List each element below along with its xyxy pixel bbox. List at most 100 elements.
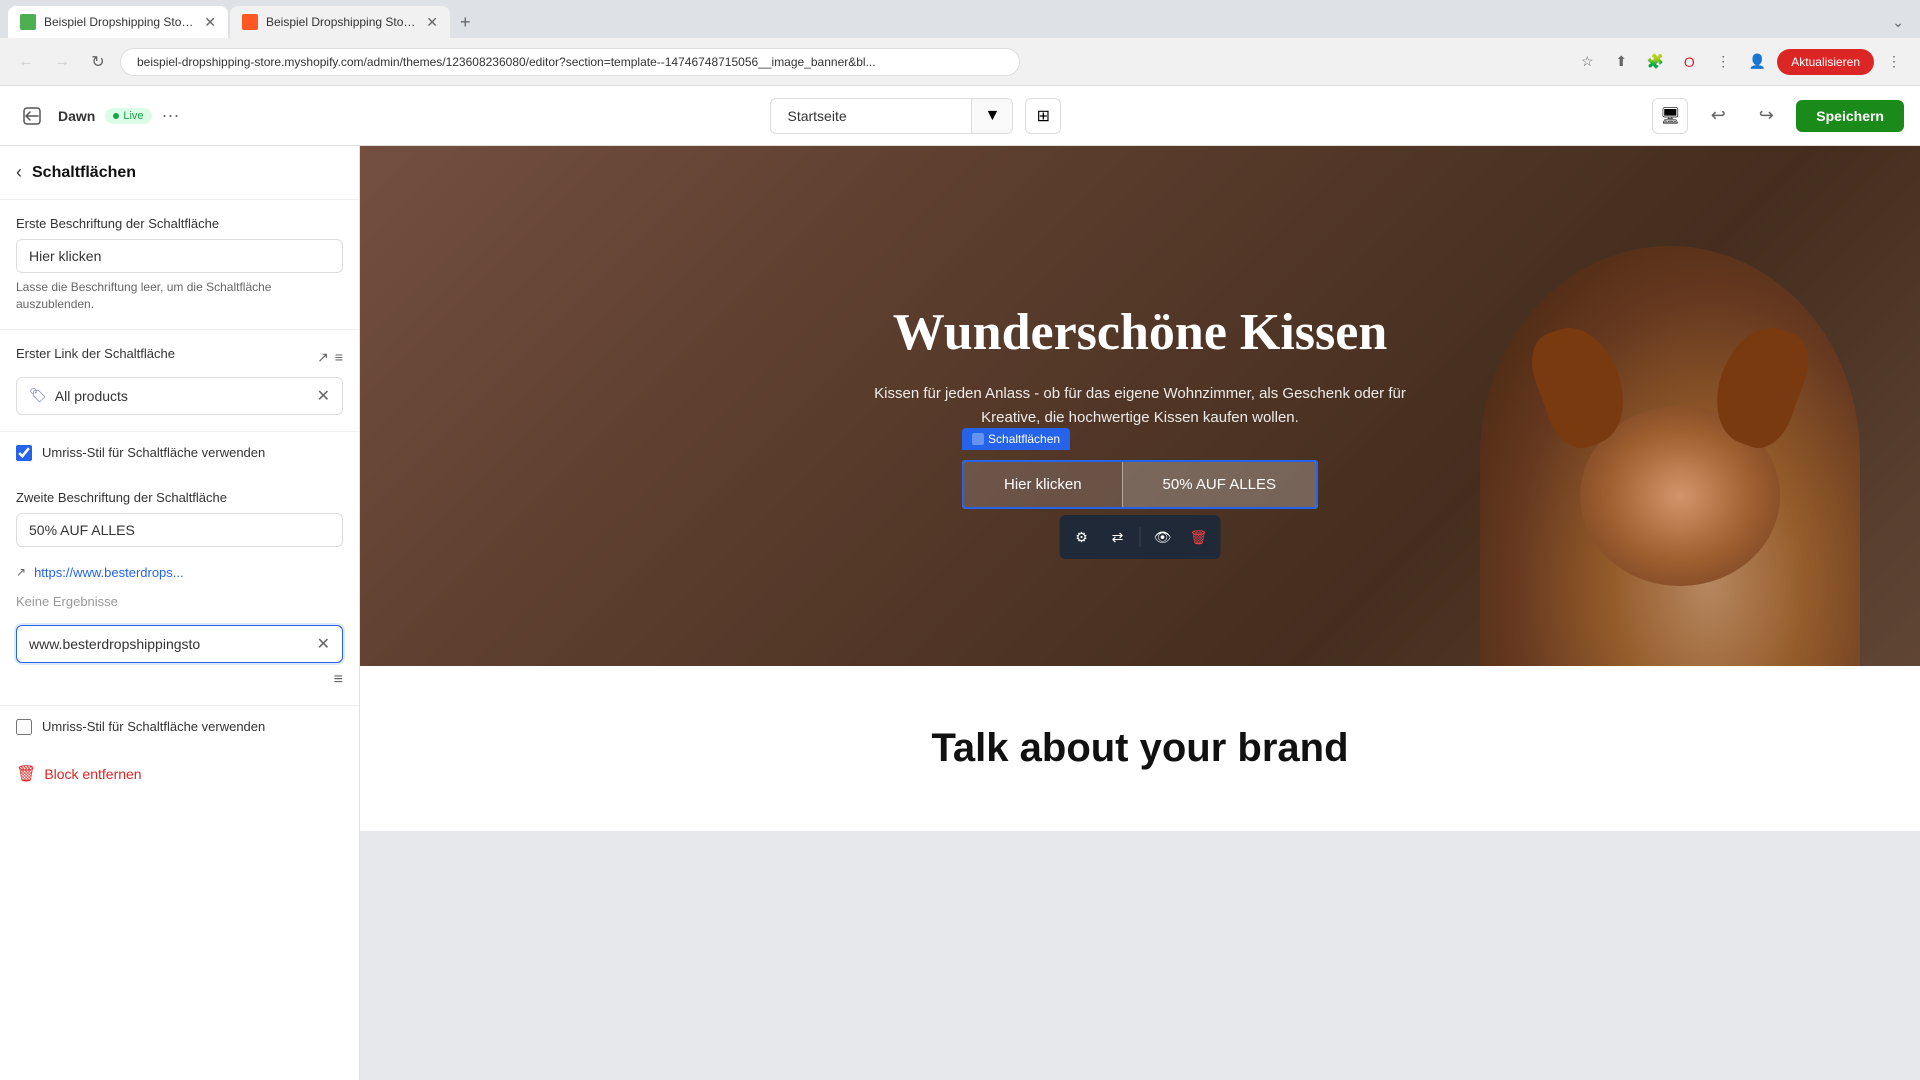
chevron-down-icon: ▼ — [984, 107, 1000, 124]
tab-1-title: Beispiel Dropshipping Store · — [44, 15, 196, 29]
opera-button[interactable]: O — [1675, 48, 1703, 76]
app-toolbar: Dawn Live ··· Startseite ▼ ⊞ 🖥 ↩ ↪ Speic… — [0, 86, 1920, 146]
first-btn-input[interactable] — [16, 239, 343, 273]
tab-1-favicon — [20, 14, 36, 30]
brand-title: Talk about your brand — [380, 726, 1900, 771]
hero-content: Wunderschöne Kissen Kissen für jeden Anl… — [874, 303, 1406, 509]
tab-1-close[interactable]: ✕ — [204, 14, 216, 31]
address-input[interactable] — [120, 48, 1020, 76]
toolbar-back-button[interactable] — [16, 100, 48, 132]
tab-2[interactable]: Beispiel Dropshipping Store · ✕ — [230, 6, 450, 38]
hero-subtitle: Kissen für jeden Anlass - ob für das eig… — [874, 382, 1406, 430]
first-btn-hint: Lasse die Beschriftung leer, um die Scha… — [16, 279, 343, 313]
live-dot — [113, 113, 119, 119]
first-link-icons: ↗ ≡ — [317, 349, 343, 366]
sidebar-title: Schaltflächen — [32, 164, 136, 182]
outline2-label: Umriss-Stil für Schaltfläche verwenden — [42, 718, 265, 736]
hero-title: Wunderschöne Kissen — [874, 303, 1406, 362]
live-badge: Live — [105, 108, 151, 124]
toolbar-center: Startseite ▼ ⊞ — [196, 98, 1637, 134]
first-link-clear-button[interactable]: ✕ — [317, 386, 330, 406]
sidebar-back-button[interactable]: ‹ — [16, 162, 22, 183]
preview-area: Wunderschöne Kissen Kissen für jeden Anl… — [360, 146, 1920, 1080]
tab-2-close[interactable]: ✕ — [426, 14, 438, 31]
live-label: Live — [123, 110, 143, 122]
url-input-row: ✕ — [16, 625, 343, 663]
browser-actions: ☆ ⬆ 🧩 O ⋮ 👤 Aktualisieren ⋮ — [1573, 48, 1908, 76]
outline2-checkbox-row: Umriss-Stil für Schaltfläche verwenden — [0, 706, 359, 748]
badge-icon — [972, 433, 984, 445]
browser-chrome: Beispiel Dropshipping Store · ✕ Beispiel… — [0, 0, 1920, 86]
profile-button[interactable]: 👤 — [1743, 48, 1771, 76]
page-selector[interactable]: Startseite ▼ — [770, 98, 1013, 134]
url-input[interactable] — [29, 636, 309, 652]
address-bar: ← → ↻ ☆ ⬆ 🧩 O ⋮ 👤 Aktualisieren ⋮ — [0, 38, 1920, 86]
outline2-checkbox[interactable] — [16, 719, 32, 735]
theme-name: Dawn — [58, 108, 95, 124]
sidebar-header: ‹ Schaltflächen — [0, 146, 359, 200]
extensions-button[interactable]: 🧩 — [1641, 48, 1669, 76]
sidebar: ‹ Schaltflächen Erste Beschriftung der S… — [0, 146, 360, 1080]
tab-1[interactable]: Beispiel Dropshipping Store · ✕ — [8, 6, 228, 38]
context-delete-button[interactable]: 🗑 — [1182, 521, 1214, 553]
multi-select-button[interactable]: ⊞ — [1025, 98, 1061, 134]
context-settings-button[interactable]: ⚙ — [1065, 521, 1097, 553]
main-content: ‹ Schaltflächen Erste Beschriftung der S… — [0, 146, 1920, 1080]
context-hide-button[interactable]: 👁 — [1146, 521, 1178, 553]
second-btn-input[interactable] — [16, 513, 343, 547]
more-options-button[interactable]: ··· — [162, 105, 180, 126]
first-link-label: Erster Link der Schaltfläche — [16, 346, 175, 361]
first-link-text: All products — [55, 388, 309, 404]
hero-btn-1[interactable]: Hier klicken — [964, 462, 1123, 507]
hero-buttons-wrapper: Schaltflächen Hier klicken 50% AUF ALLES… — [962, 460, 1318, 509]
tab-2-title: Beispiel Dropshipping Store · — [266, 15, 418, 29]
page-selector-text: Startseite — [771, 100, 971, 132]
reload-button[interactable]: ↻ — [84, 48, 112, 76]
context-move-button[interactable]: ⇄ — [1101, 521, 1133, 553]
update-button[interactable]: Aktualisieren — [1777, 49, 1874, 75]
hero-section: Wunderschöne Kissen Kissen für jeden Anl… — [360, 146, 1920, 666]
menu-button[interactable]: ⋮ — [1880, 48, 1908, 76]
preview-frame: Wunderschöne Kissen Kissen für jeden Anl… — [360, 146, 1920, 831]
first-link-field: 🏷 All products ✕ — [16, 377, 343, 415]
url-clear-button[interactable]: ✕ — [317, 634, 330, 654]
stack-link-icon[interactable]: ≡ — [335, 349, 343, 366]
hero-dog-area — [1460, 216, 1860, 666]
tab-bar-right[interactable]: ⌄ — [1892, 14, 1912, 31]
url-row: ↗ https://www.besterdrops... — [16, 559, 343, 586]
page-selector-arrow[interactable]: ▼ — [971, 99, 1012, 133]
tab-2-favicon — [242, 14, 258, 30]
outline-label: Umriss-Stil für Schaltfläche verwenden — [42, 444, 265, 462]
second-btn-label: Zweite Beschriftung der Schaltfläche — [16, 490, 343, 505]
back-button[interactable]: ← — [12, 48, 40, 76]
hero-btn-2[interactable]: 50% AUF ALLES — [1123, 462, 1316, 507]
tab-bar: Beispiel Dropshipping Store · ✕ Beispiel… — [0, 0, 1920, 38]
desktop-view-button[interactable]: 🖥 — [1652, 98, 1688, 134]
settings-button[interactable]: ⋮ — [1709, 48, 1737, 76]
outline-checkbox-row: Umriss-Stil für Schaltfläche verwenden — [0, 432, 359, 474]
context-separator — [1139, 527, 1140, 547]
hero-btn-group: Hier klicken 50% AUF ALLES — [962, 460, 1318, 509]
new-tab-button[interactable]: + — [452, 12, 479, 33]
forward-button[interactable]: → — [48, 48, 76, 76]
badge-label: Schaltflächen — [988, 432, 1060, 446]
second-btn-section: Zweite Beschriftung der Schaltfläche ↗ h… — [0, 474, 359, 706]
context-toolbar: ⚙ ⇄ 👁 🗑 — [1059, 515, 1220, 559]
bookmark-button[interactable]: ☆ — [1573, 48, 1601, 76]
trash-icon: 🗑 — [16, 764, 36, 784]
brand-section: Talk about your brand — [360, 666, 1920, 831]
redo-button[interactable]: ↪ — [1748, 98, 1784, 134]
undo-button[interactable]: ↩ — [1700, 98, 1736, 134]
toolbar-right: 🖥 ↩ ↪ Speichern — [1652, 98, 1904, 134]
block-remove-label: Block entfernen — [44, 766, 141, 782]
share-button[interactable]: ⬆ — [1607, 48, 1635, 76]
toolbar-left: Dawn Live ··· — [16, 100, 180, 132]
outline-checkbox[interactable] — [16, 445, 32, 461]
save-button[interactable]: Speichern — [1796, 100, 1904, 132]
block-remove-row[interactable]: 🗑 Block entfernen — [0, 748, 359, 800]
tag-icon: 🏷 — [29, 387, 47, 404]
first-btn-section: Erste Beschriftung der Schaltfläche Lass… — [0, 200, 359, 330]
external-link-icon[interactable]: ↗ — [317, 349, 329, 366]
stack-button-2[interactable]: ≡ — [334, 671, 343, 689]
first-link-section: Erster Link der Schaltfläche ↗ ≡ 🏷 All p… — [0, 330, 359, 432]
